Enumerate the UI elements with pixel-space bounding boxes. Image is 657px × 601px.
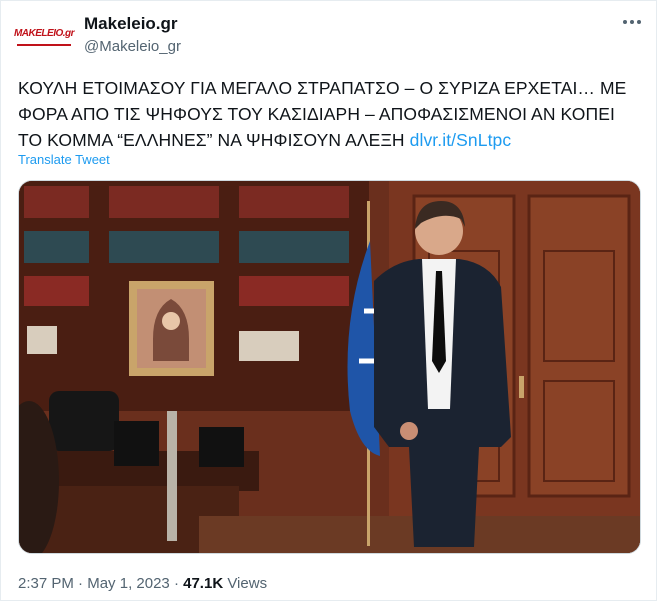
tweet-date[interactable]: May 1, 2023	[87, 575, 170, 592]
office-photo	[19, 181, 640, 553]
tweet-link[interactable]: dlvr.it/SnLtpc	[410, 130, 512, 150]
display-name[interactable]: Makeleio.gr	[84, 14, 178, 34]
translate-tweet-link[interactable]: Translate Tweet	[18, 152, 110, 167]
tweet-time[interactable]: 2:37 PM	[18, 575, 74, 592]
avatar[interactable]: MAKELEIO.gr	[14, 22, 75, 46]
separator: ·	[169, 575, 184, 592]
user-handle[interactable]: @Makeleio_gr	[84, 38, 181, 55]
tweet-text: ΚΟΥΛΗ ΕΤΟΙΜΑΣΟΥ ΓΙΑ ΜΕΓΑΛΟ ΣΤΡΑΠΑΤΣΟ – Ο…	[18, 75, 638, 153]
tweet-meta: 2:37 PM · May 1, 2023 · 47.1K Views	[18, 575, 267, 592]
tweet-body: ΚΟΥΛΗ ΕΤΟΙΜΑΣΟΥ ΓΙΑ ΜΕΓΑΛΟ ΣΤΡΑΠΑΤΣΟ – Ο…	[18, 78, 627, 150]
views-label: Views	[223, 575, 268, 592]
views-count: 47.1K	[183, 575, 224, 592]
tweet-photo[interactable]	[18, 180, 641, 554]
more-dots-icon[interactable]	[620, 12, 644, 32]
separator: ·	[73, 575, 88, 592]
